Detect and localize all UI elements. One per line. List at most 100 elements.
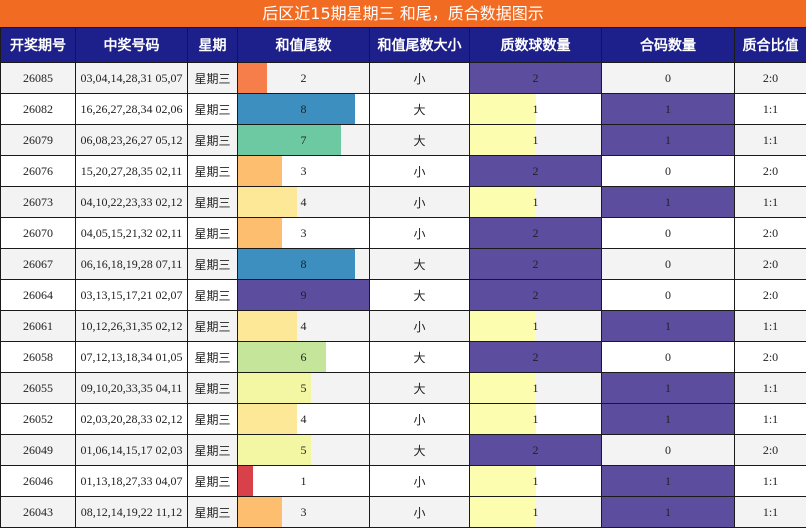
size-cell: 大: [369, 341, 470, 373]
composite-cell: 0: [601, 155, 735, 187]
size-cell: 大: [369, 434, 470, 466]
prime-value: 1: [532, 380, 539, 395]
prime-cell: 2: [469, 279, 602, 311]
size-cell: 小: [369, 155, 470, 187]
composite-value: 1: [665, 194, 671, 209]
tail-cell: 6: [237, 341, 370, 373]
header-numbers: 中奖号码: [75, 27, 188, 63]
issue-cell: 26085: [0, 62, 76, 94]
weekday-cell: 星期三: [187, 341, 238, 373]
tail-cell: 8: [237, 93, 370, 125]
composite-cell: 1: [601, 496, 735, 528]
header-tail: 和值尾数: [237, 27, 370, 63]
header-ratio: 质合比值: [734, 27, 806, 63]
weekday-cell: 星期三: [187, 217, 238, 249]
tail-cell: 4: [237, 310, 370, 342]
tail-bar: [238, 311, 297, 341]
prime-cell: 1: [469, 372, 602, 404]
weekday-cell: 星期三: [187, 155, 238, 187]
tail-bar: [238, 187, 297, 217]
tail-bar: [238, 342, 326, 372]
prime-bar: [470, 125, 536, 155]
issue-cell: 26052: [0, 403, 76, 435]
composite-value: 0: [665, 349, 671, 364]
tail-value: 4: [300, 194, 307, 209]
size-cell: 大: [369, 248, 470, 280]
size-cell: 小: [369, 496, 470, 528]
prime-cell: 1: [469, 403, 602, 435]
prime-value: 1: [532, 504, 539, 519]
tail-value: 3: [300, 163, 307, 178]
numbers-cell: 09,10,20,33,35 04,11: [75, 372, 188, 404]
numbers-cell: 06,16,18,19,28 07,11: [75, 248, 188, 280]
ratio-cell: 2:0: [734, 217, 806, 249]
ratio-cell: 1:1: [734, 93, 806, 125]
prime-cell: 1: [469, 93, 602, 125]
tail-bar: [238, 63, 267, 93]
weekday-cell: 星期三: [187, 496, 238, 528]
ratio-cell: 2:0: [734, 155, 806, 187]
prime-bar: [470, 187, 536, 217]
issue-cell: 26076: [0, 155, 76, 187]
table-row: 26052 02,03,20,28,33 02,12 星期三 4 小 1 1 1:1: [0, 403, 806, 435]
header-prime: 质数球数量: [469, 27, 602, 63]
size-cell: 小: [369, 403, 470, 435]
weekday-cell: 星期三: [187, 465, 238, 497]
numbers-cell: 07,12,13,18,34 01,05: [75, 341, 188, 373]
ratio-cell: 1:1: [734, 372, 806, 404]
tail-value: 5: [300, 442, 307, 457]
header-composite: 合码数量: [601, 27, 735, 63]
weekday-cell: 星期三: [187, 248, 238, 280]
tail-value: 9: [300, 287, 307, 302]
tail-value: 1: [300, 473, 307, 488]
table-row: 26061 10,12,26,31,35 02,12 星期三 4 小 1 1 1:1: [0, 310, 806, 342]
prime-cell: 1: [469, 186, 602, 218]
tail-bar: [238, 466, 253, 496]
composite-cell: 1: [601, 310, 735, 342]
table-row: 26055 09,10,20,33,35 04,11 星期三 5 大 1 1 1:1: [0, 372, 806, 404]
table-row: 26058 07,12,13,18,34 01,05 星期三 6 大 2 0 2:0: [0, 341, 806, 373]
table-row: 26079 06,08,23,26,27 05,12 星期三 7 大 1 1 1:1: [0, 124, 806, 156]
table-row: 26067 06,16,18,19,28 07,11 星期三 8 大 2 0 2:0: [0, 248, 806, 280]
size-cell: 大: [369, 124, 470, 156]
numbers-cell: 01,13,18,27,33 04,07: [75, 465, 188, 497]
ratio-cell: 2:0: [734, 341, 806, 373]
prime-bar: [470, 404, 536, 434]
issue-cell: 26055: [0, 372, 76, 404]
tail-value: 4: [300, 411, 307, 426]
tail-cell: 3: [237, 496, 370, 528]
ratio-cell: 2:0: [734, 62, 806, 94]
ratio-cell: 2:0: [734, 248, 806, 280]
prime-value: 2: [532, 163, 539, 178]
tail-bar: [238, 404, 297, 434]
prime-cell: 2: [469, 434, 602, 466]
ratio-cell: 2:0: [734, 434, 806, 466]
tail-cell: 9: [237, 279, 370, 311]
tail-cell: 5: [237, 434, 370, 466]
prime-bar: [470, 497, 536, 527]
composite-cell: 0: [601, 62, 735, 94]
tail-value: 5: [300, 380, 307, 395]
numbers-cell: 10,12,26,31,35 02,12: [75, 310, 188, 342]
table-row: 26064 03,13,15,17,21 02,07 星期三 9 大 2 0 2:0: [0, 279, 806, 311]
prime-value: 2: [532, 70, 539, 85]
weekday-cell: 星期三: [187, 93, 238, 125]
composite-cell: 1: [601, 403, 735, 435]
composite-value: 1: [665, 473, 671, 488]
numbers-cell: 15,20,27,28,35 02,11: [75, 155, 188, 187]
prime-bar: [470, 94, 536, 124]
prime-value: 2: [532, 349, 539, 364]
prime-cell: 1: [469, 465, 602, 497]
composite-value: 0: [665, 442, 671, 457]
composite-value: 0: [665, 70, 671, 85]
composite-cell: 1: [601, 465, 735, 497]
composite-value: 1: [665, 411, 671, 426]
prime-value: 1: [532, 411, 539, 426]
ratio-cell: 1:1: [734, 124, 806, 156]
data-table: 开奖期号 中奖号码 星期 和值尾数 和值尾数大小 质数球数量 合码数量 质合比值…: [0, 27, 806, 528]
tail-bar: [238, 249, 355, 279]
chart-container: 后区近15期星期三 和尾，质合数据图示 开奖期号 中奖号码 星期 和值尾数 和值…: [0, 0, 806, 528]
tail-value: 2: [300, 70, 307, 85]
issue-cell: 26079: [0, 124, 76, 156]
ratio-cell: 2:0: [734, 279, 806, 311]
